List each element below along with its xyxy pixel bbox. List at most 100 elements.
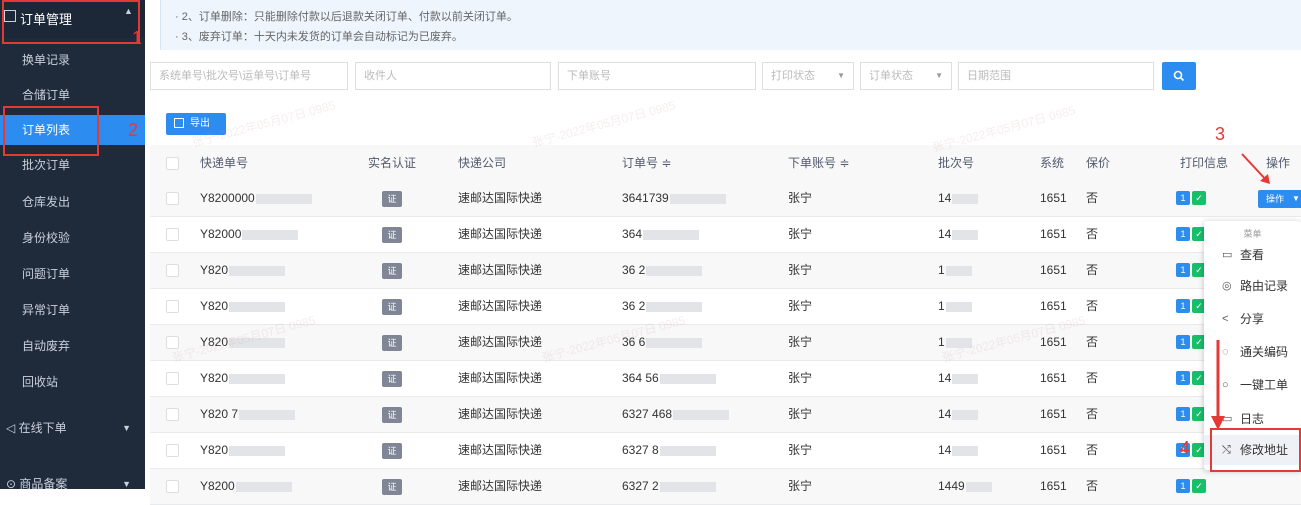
menu-item-label: 路由记录: [1240, 279, 1289, 293]
cell-real-name: 证: [382, 469, 402, 504]
sidebar-item-problem-orders[interactable]: 问题订单: [0, 259, 145, 289]
row-checkbox[interactable]: [166, 408, 179, 421]
row-checkbox[interactable]: [166, 444, 179, 457]
receiver-input[interactable]: 收件人: [355, 62, 551, 90]
cell-tracking-no: Y820: [200, 289, 286, 324]
cell-text: Y8200: [200, 479, 235, 493]
cert-badge: 证: [382, 226, 402, 243]
cell-account: 张宁: [788, 371, 813, 385]
cell-order-no: 36 2: [622, 253, 703, 288]
table-row: Y820 证速邮达国际快递 36 6 张宁 1 1651 否 1 ✓: [150, 325, 1301, 361]
row-checkbox[interactable]: [166, 264, 179, 277]
cell-order-no: 364: [622, 217, 700, 252]
sidebar-item-abnormal-orders[interactable]: 异常订单: [0, 295, 145, 325]
print-status-select[interactable]: 打印状态 ▼: [762, 62, 854, 90]
redacted-block: [659, 373, 716, 384]
paper-plane-icon: ◁: [6, 421, 16, 435]
export-button[interactable]: 导出: [166, 113, 226, 135]
chevron-down-icon: ▼: [122, 479, 131, 489]
print-count-badge: 1: [1176, 299, 1190, 313]
row-checkbox[interactable]: [166, 480, 179, 493]
cell-system-no: 1651: [1040, 443, 1067, 457]
sidebar-item-recycle-bin[interactable]: 回收站: [0, 367, 145, 397]
redacted-block: [242, 229, 299, 240]
chevron-down-icon: ▼: [935, 71, 943, 80]
sidebar-group-online-order[interactable]: ◁ 在线下单 ▼: [0, 413, 145, 443]
col-order-no[interactable]: 订单号 ≑: [622, 145, 671, 181]
print-count-badge: 1: [1176, 191, 1190, 205]
row-checkbox[interactable]: [166, 336, 179, 349]
row-checkbox[interactable]: [166, 372, 179, 385]
sidebar-item-id-verify[interactable]: 身份校验: [0, 223, 145, 253]
cert-badge: 证: [382, 298, 402, 315]
print-count-badge: 1: [1176, 335, 1190, 349]
print-count-badge: 1: [1176, 479, 1190, 493]
cell-text: Y820: [200, 263, 229, 277]
cell-insured: 否: [1086, 479, 1099, 493]
cert-badge: 证: [382, 334, 402, 351]
search-button[interactable]: [1162, 62, 1196, 90]
redacted-block: [965, 481, 992, 492]
select-all-checkbox[interactable]: [166, 157, 179, 170]
cell-text: 364: [622, 227, 643, 241]
redacted-block: [952, 229, 979, 240]
redacted-block: [643, 229, 700, 240]
cell-system-no: 1651: [1040, 335, 1067, 349]
sidebar-group-product-filing[interactable]: ⊙ 商品备案 ▼: [0, 469, 145, 499]
cell-order-no: 36 6: [622, 325, 703, 360]
menu-item-share[interactable]: < 分享: [1204, 304, 1301, 334]
cell-insured: 否: [1086, 299, 1099, 313]
redacted-block: [952, 445, 979, 456]
cell-text: 14: [938, 443, 952, 457]
redacted-block: [255, 193, 312, 204]
table-row: Y8200000 证 速邮达国际快递 3641739 张宁 14 1651 否 1 ✓ 操作 ▼: [150, 181, 1301, 217]
cell-text: Y820: [200, 335, 229, 349]
col-insured: 保价: [1086, 156, 1111, 170]
sidebar-group-label: 在线下单: [18, 421, 67, 435]
cell-courier: 速邮达国际快递: [458, 407, 543, 421]
order-number-search-input[interactable]: 系统单号\批次号\运单号\订单号: [150, 62, 348, 90]
cell-insured: 否: [1086, 371, 1099, 385]
redacted-block: [673, 409, 730, 420]
cell-account: 张宁: [788, 263, 813, 277]
cell-account: 张宁: [788, 191, 813, 205]
cell-text: 1: [938, 263, 945, 277]
cert-badge: 证: [382, 478, 402, 495]
cell-text: 1449: [938, 479, 965, 493]
table-row: Y82000 证速邮达国际快递 364 张宁 14 1651 否 1 ✓: [150, 217, 1301, 253]
cell-order-no: 6327 8: [622, 433, 716, 468]
cell-tracking-no: Y820: [200, 253, 286, 288]
sidebar-item-warehouse-out[interactable]: 仓库发出: [0, 187, 145, 217]
redacted-block: [229, 337, 286, 348]
sidebar-item-exchange-records[interactable]: 换单记录: [0, 45, 145, 75]
col-batch-no: 批次号: [938, 156, 975, 170]
table-row: Y820 证速邮达国际快递 36 2 张宁 1 1651 否 1 ✓: [150, 253, 1301, 289]
notice-line: · 3、废弃订单：十天内未发货的订单会自动标记为已废弃。: [175, 31, 463, 43]
col-system-no: 系统: [1040, 156, 1065, 170]
sidebar-item-auto-discard[interactable]: 自动废弃: [0, 331, 145, 361]
table-row: Y820 证速邮达国际快递 36 2 张宁 1 1651 否 1 ✓: [150, 289, 1301, 325]
annotation-box-2: [3, 106, 99, 156]
menu-item-route-records[interactable]: ◎ 路由记录: [1204, 271, 1301, 301]
row-checkbox[interactable]: [166, 228, 179, 241]
cell-real-name: 证: [382, 289, 402, 324]
menu-item-view[interactable]: ▭ 查看: [1204, 240, 1301, 270]
order-status-select[interactable]: 订单状态 ▼: [860, 62, 952, 90]
actions-button[interactable]: 操作 ▼: [1258, 190, 1301, 208]
date-range-picker[interactable]: 日期范围: [958, 62, 1154, 90]
row-checkbox[interactable]: [166, 300, 179, 313]
chevron-down-icon: ▼: [122, 423, 131, 433]
redacted-block: [239, 409, 296, 420]
account-input[interactable]: 下单账号: [558, 62, 756, 90]
redacted-block: [945, 301, 972, 312]
col-account[interactable]: 下单账号 ≑: [788, 145, 849, 181]
cell-real-name: 证: [382, 253, 402, 288]
cert-badge: 证: [382, 442, 402, 459]
menu-item-label: 一键工单: [1240, 378, 1289, 392]
cell-real-name: 证: [382, 361, 402, 396]
print-count-badge: 1: [1176, 227, 1190, 241]
redacted-block: [952, 373, 979, 384]
annotation-number-3: 3: [1215, 124, 1226, 144]
cell-tracking-no: Y820: [200, 325, 286, 360]
row-checkbox[interactable]: [166, 192, 179, 205]
